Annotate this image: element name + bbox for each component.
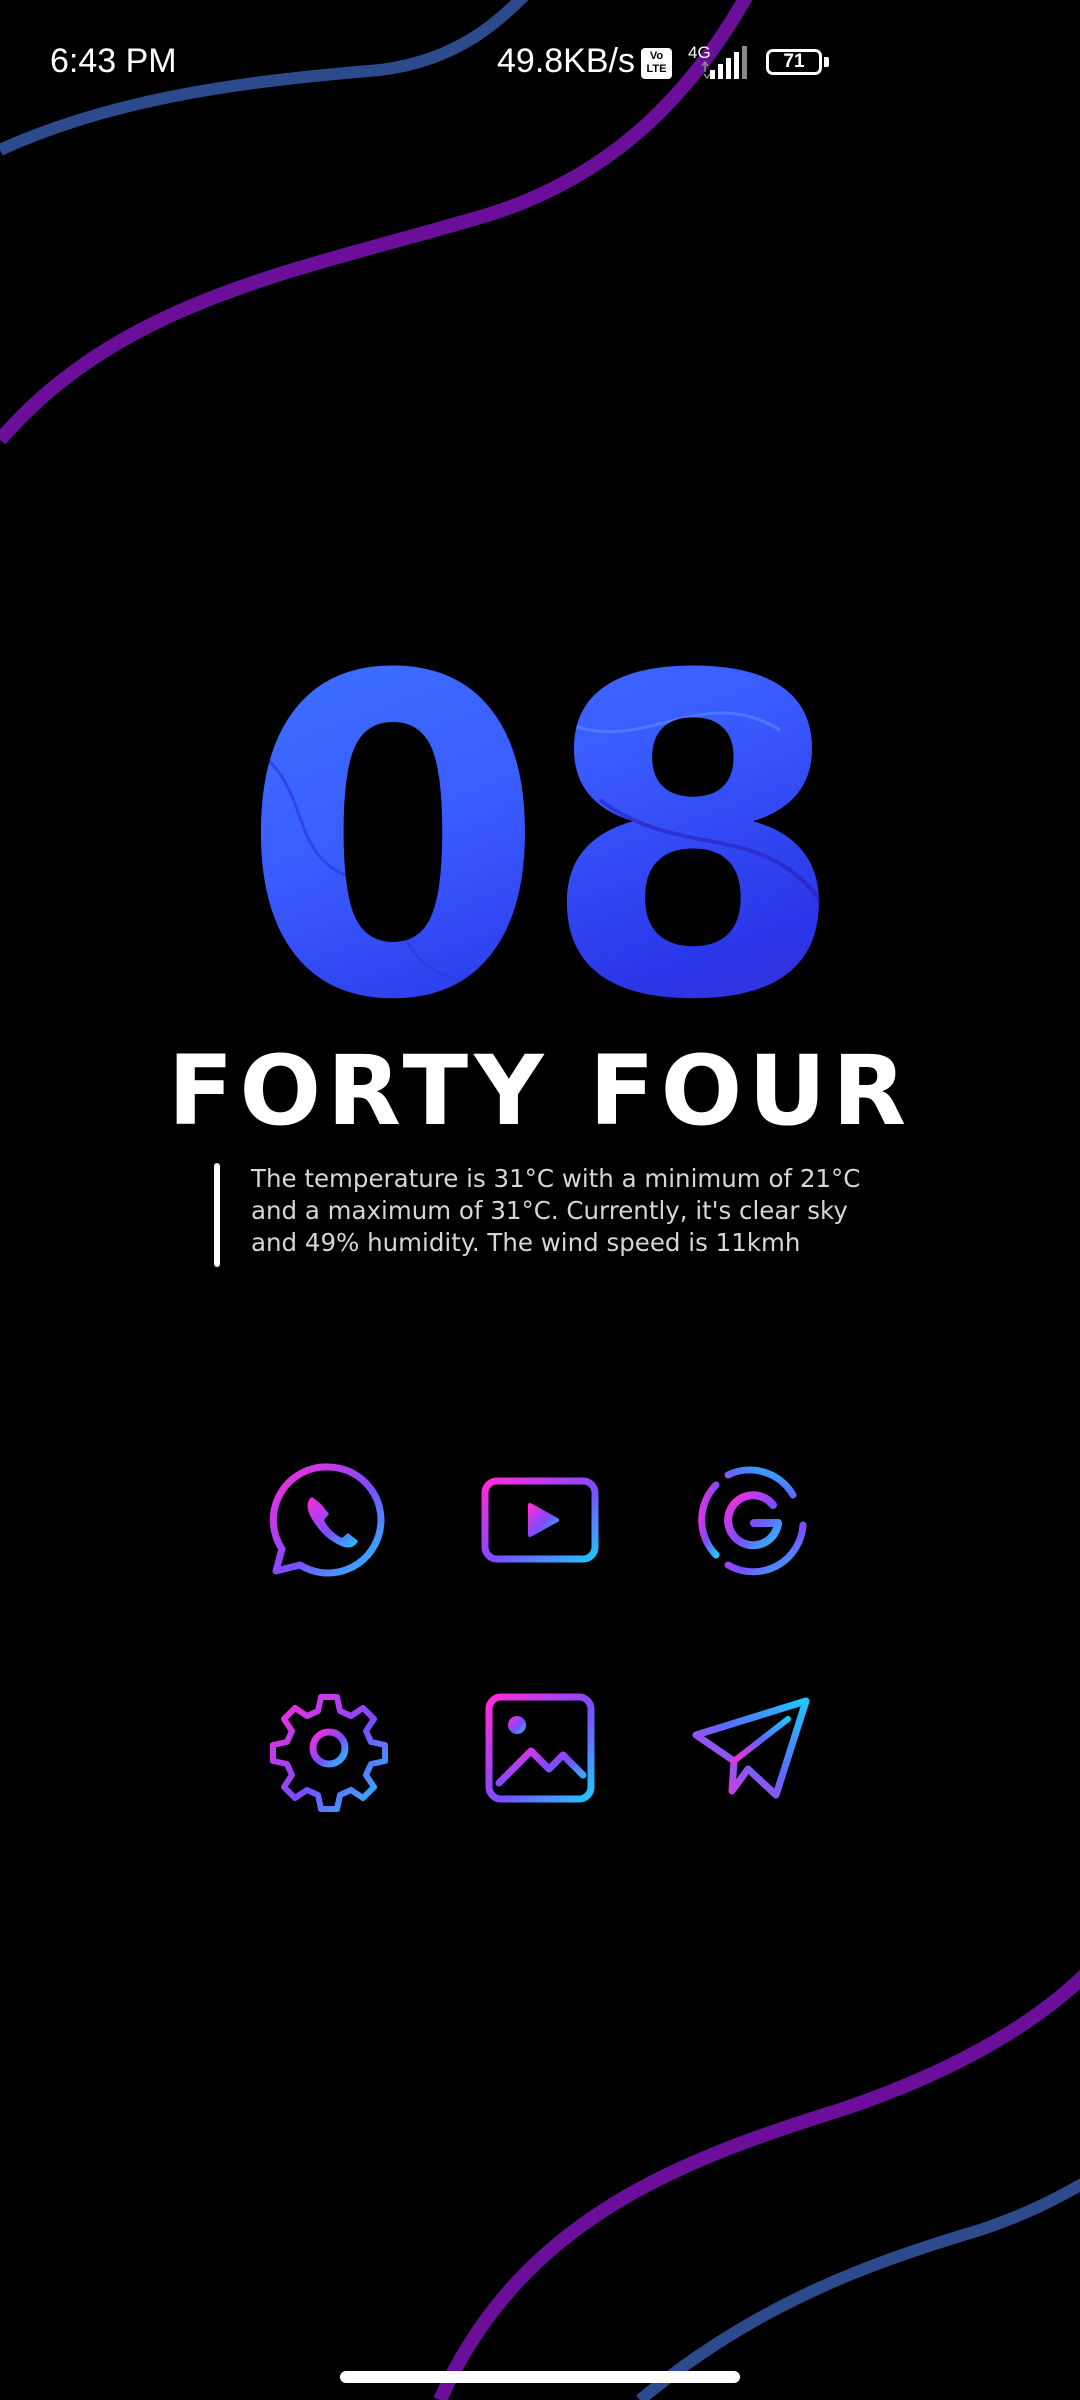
settings-app[interactable]: [264, 1683, 394, 1813]
clock-hour-text: 08: [240, 620, 840, 1020]
whatsapp-icon: [269, 1463, 385, 1577]
gallery-app[interactable]: [475, 1683, 605, 1813]
telegram-icon: [692, 1697, 810, 1799]
status-bar: 6:43 PM 49.8KB/s Vo LTE 4G 71: [0, 0, 1080, 130]
volte-icon: Vo LTE: [641, 48, 672, 79]
home-screen: 6:43 PM 49.8KB/s Vo LTE 4G 71 08 FORTY F…: [0, 0, 1080, 2400]
telegram-app[interactable]: [688, 1683, 818, 1813]
gallery-icon: [485, 1693, 595, 1803]
clock-minutes-words[interactable]: FORTY FOUR: [0, 1035, 1080, 1147]
status-time: 6:43 PM: [50, 42, 177, 80]
google-icon: [698, 1466, 807, 1576]
battery-level: 71: [783, 51, 805, 72]
weather-text: The temperature is 31°C with a minimum o…: [251, 1164, 861, 1257]
youtube-icon: [481, 1477, 599, 1563]
gesture-navigation-bar[interactable]: [340, 2371, 740, 2383]
whatsapp-app[interactable]: [264, 1455, 394, 1585]
youtube-app[interactable]: [475, 1455, 605, 1585]
weather-accent-bar: [214, 1163, 220, 1267]
battery-icon: 71: [766, 49, 832, 79]
weather-summary[interactable]: The temperature is 31°C with a minimum o…: [214, 1163, 894, 1267]
settings-icon: [270, 1694, 388, 1812]
network-speed: 49.8KB/s: [497, 42, 635, 80]
signal-strength-icon: [701, 46, 747, 80]
google-app[interactable]: [688, 1455, 818, 1585]
clock-hour[interactable]: 08: [0, 620, 1080, 1020]
